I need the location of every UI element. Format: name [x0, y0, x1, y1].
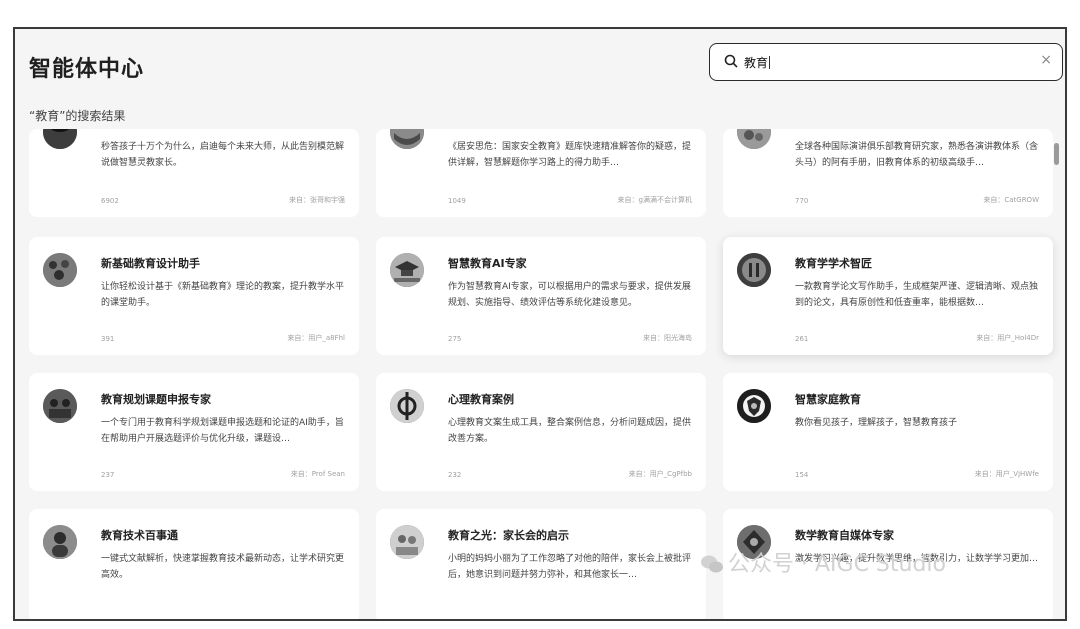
agent-card[interactable]: 心理教育案例 心理教育文案生成工具，整合案例信息，分析问题成因，提供改善方案。 …	[376, 373, 706, 491]
graduation-cap-icon	[390, 253, 424, 287]
agent-card[interactable]: 教育之光：家长会的启示 小明的妈妈小丽为了工作忽略了对他的陪伴，家长会上被批评后…	[376, 509, 706, 619]
card-title: 教育学学术智匠	[795, 257, 872, 270]
globe-avatar-icon	[737, 129, 771, 149]
agent-card[interactable]: 新基础教育设计助手 让你轻松设计基于《新基础教育》理论的教案，提升教学水平的课堂…	[29, 237, 359, 355]
like-count: 154	[795, 471, 809, 479]
crowd-avatar-icon	[43, 253, 77, 287]
wechat-icon	[701, 555, 723, 573]
person-avatar-icon	[43, 525, 77, 559]
watermark: 公众号 · AIGC Studio	[700, 546, 946, 578]
like-count: 237	[101, 471, 115, 479]
card-title: 智慧教育AI专家	[448, 257, 527, 270]
meeting-avatar-icon	[390, 525, 424, 559]
agent-card[interactable]: 智慧教育AI专家 作为智慧教育AI专家，可以根据用户的需求与要求，提供发展规划、…	[376, 237, 706, 355]
card-source: 来自：Prof Sean	[290, 470, 345, 478]
team-avatar-icon	[43, 389, 77, 423]
card-title: 数学教育自媒体专家	[795, 529, 894, 542]
card-source: 来自：g满满不会计算机	[617, 196, 692, 204]
like-count: 232	[448, 471, 462, 479]
card-source: 来自：用户_Hol4Dr	[976, 334, 1039, 342]
card-source: 来自：阳光海岛	[643, 334, 692, 342]
like-count: 261	[795, 335, 809, 343]
agent-card-grid: 秒答孩子十万个为什么，启迪每个未来大师，从此告别模范解说做智慧灵教家长。 690…	[15, 29, 1065, 619]
agent-card[interactable]: 智慧家庭教育 教你看见孩子，理解孩子，智慧教育孩子 154 来自：用户_VjHWf…	[723, 373, 1053, 491]
card-source: 来自：用户_VjHWfe	[974, 470, 1039, 478]
agent-center-window: 智能体中心 教育 × “教育”的搜索结果 秒答孩子十万个为什么，启迪每个未来大师…	[13, 27, 1067, 621]
card-title: 教育之光：家长会的启示	[448, 529, 569, 542]
agent-card[interactable]: 全球各种国际演讲俱乐部教育研究家，熟悉各演讲教体系（含头马）的阿有手册，旧教育体…	[723, 129, 1053, 217]
card-title: 教育技术百事通	[101, 529, 178, 542]
agent-card[interactable]: 教育技术百事通 一键式文献解析，快速掌握教育技术最新动态，让学术研究更高效。	[29, 509, 359, 619]
agent-card[interactable]: 教育规划课题申报专家 一个专门用于教育科学规划课题申报选题和论证的AI助手，旨在…	[29, 373, 359, 491]
card-title: 新基础教育设计助手	[101, 257, 200, 270]
agent-card[interactable]: 教育学学术智匠 一款教育学论文写作助手，生成框架严谨、逻辑清晰、观点独到的论文，…	[723, 237, 1053, 355]
emblem-avatar-icon	[390, 129, 424, 149]
card-source: 来自：CatGROW	[983, 196, 1039, 204]
owl-avatar-icon	[43, 129, 77, 149]
card-source: 来自：张哥和宇强	[289, 196, 345, 204]
agent-card[interactable]: 秒答孩子十万个为什么，启迪每个未来大师，从此告别模范解说做智慧灵教家长。 690…	[29, 129, 359, 217]
shield-avatar-icon	[737, 389, 771, 423]
agent-card[interactable]: 《居安思危：国家安全教育》题库快速精准解答你的疑惑，提供详解，智慧解题你学习路上…	[376, 129, 706, 217]
like-count: 1049	[448, 197, 466, 205]
card-source: 来自：用户_a8Fhl	[287, 334, 345, 342]
card-source: 来自：用户_CgPfbb	[628, 470, 692, 478]
scrollbar-thumb[interactable]	[1054, 143, 1059, 165]
like-count: 770	[795, 197, 809, 205]
like-count: 6902	[101, 197, 119, 205]
sword-emblem-icon	[390, 389, 424, 423]
card-title: 教育规划课题申报专家	[101, 393, 211, 406]
card-title: 智慧家庭教育	[795, 393, 861, 406]
like-count: 391	[101, 335, 115, 343]
pillars-avatar-icon	[737, 253, 771, 287]
card-title: 心理教育案例	[448, 393, 514, 406]
like-count: 275	[448, 335, 462, 343]
